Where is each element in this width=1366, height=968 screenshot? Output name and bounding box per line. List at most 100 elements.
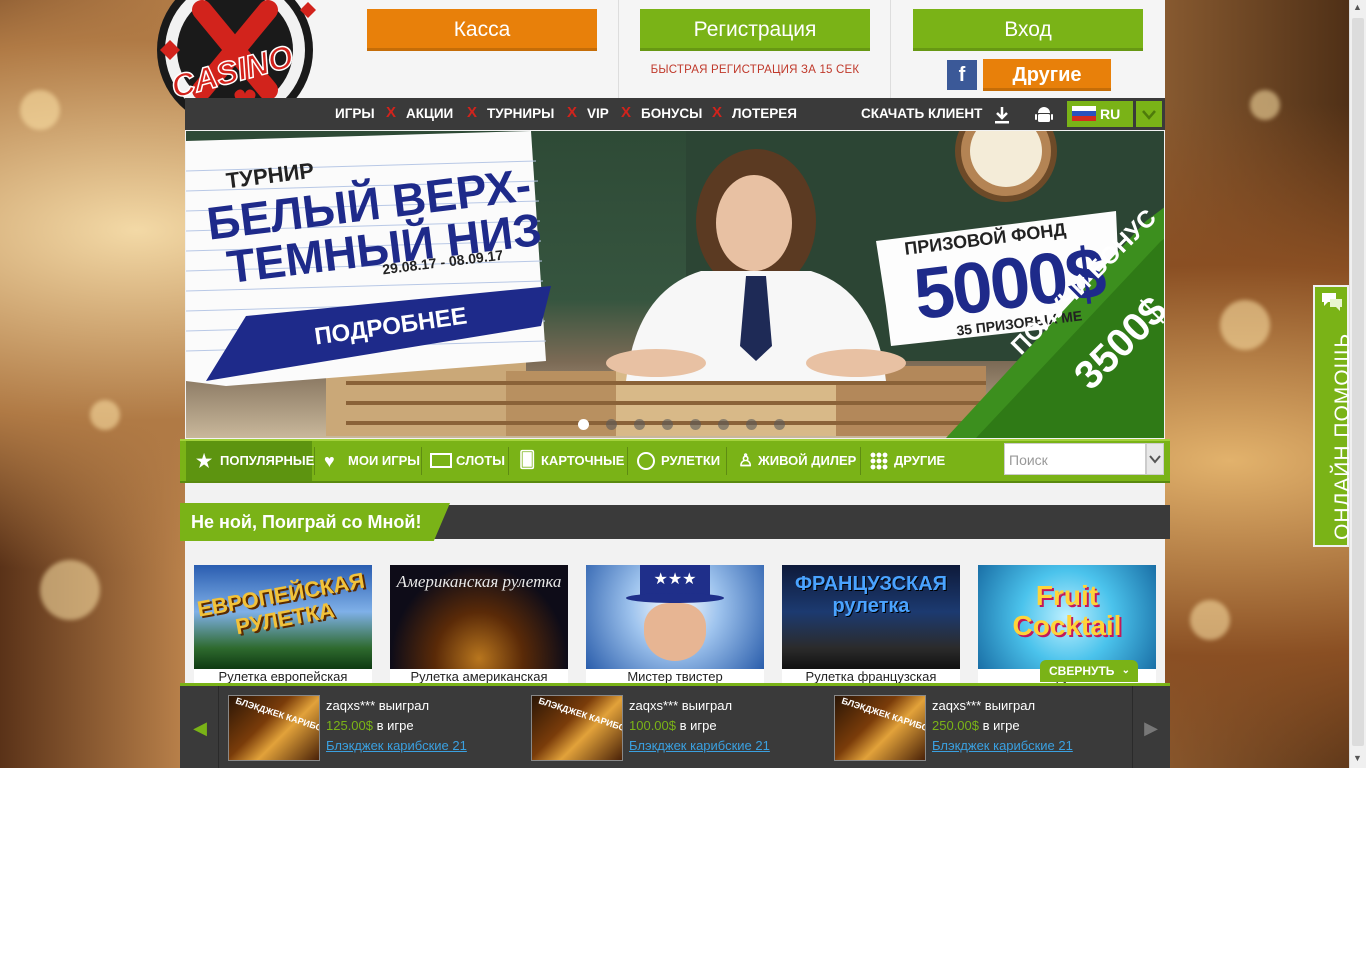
game-tile[interactable]: ЕВРОПЕЙСКАЯ РУЛЕТКА Рулетка европейская bbox=[194, 565, 372, 683]
facebook-login-button[interactable]: f bbox=[947, 60, 977, 90]
ticker-next-arrow[interactable]: ▶ bbox=[1132, 686, 1169, 768]
cashier-button[interactable]: Касса bbox=[367, 9, 597, 51]
slide-dot[interactable] bbox=[774, 419, 785, 430]
nav-separator: X bbox=[621, 104, 632, 121]
nav-item-bonuses[interactable]: БОНУСЫ bbox=[641, 98, 702, 130]
game-tile[interactable]: ★★★ Мистер твистер bbox=[586, 565, 764, 683]
roulette-icon bbox=[637, 452, 655, 470]
nav-item-vip[interactable]: VIP bbox=[587, 98, 609, 130]
slide-dot[interactable] bbox=[662, 419, 673, 430]
slide-dot[interactable] bbox=[634, 419, 645, 430]
register-button[interactable]: Регистрация bbox=[640, 9, 870, 51]
scroll-thumb[interactable] bbox=[1352, 18, 1364, 746]
download-client-link[interactable]: СКАЧАТЬ КЛИЕНТ bbox=[861, 98, 982, 130]
category-divider bbox=[860, 447, 861, 475]
nav-item-games[interactable]: ИГРЫ bbox=[335, 98, 375, 130]
winner-won-word: выиграл bbox=[984, 698, 1036, 713]
winner-amount-line: 250.00$ в игре bbox=[932, 718, 1020, 733]
category-other[interactable]: ДРУГИЕ bbox=[870, 441, 955, 481]
nav-item-lottery[interactable]: ЛОТЕРЕЯ bbox=[732, 98, 797, 130]
scroll-up-arrow[interactable]: ▲ bbox=[1353, 2, 1362, 12]
game-tile-art-text: Fruit Cocktail bbox=[1012, 580, 1122, 641]
winner-amount: 100.00$ bbox=[629, 718, 676, 733]
winner-game-link[interactable]: Блэкджек карибские 21 bbox=[932, 738, 1073, 753]
star-icon: ★ bbox=[196, 451, 213, 471]
category-card-games[interactable]: 🂠 КАРТОЧНЫЕ bbox=[519, 441, 629, 481]
game-tile-art-text: Американская рулетка bbox=[396, 572, 562, 591]
collapse-winners-button[interactable]: СВЕРНУТЬ ⌄ bbox=[1040, 660, 1138, 682]
star-icon: ★★★ bbox=[640, 565, 710, 595]
nav-item-tournaments[interactable]: ТУРНИРЫ bbox=[487, 98, 554, 130]
winner-item: БЛЭКДЖЕК КАРИБСКИЕ 21 zaqxs*** выиграл 1… bbox=[531, 686, 831, 768]
category-slots[interactable]: СЛОТЫ bbox=[430, 441, 510, 481]
promo-banner[interactable]: ТУРНИР БЕЛЫЙ ВЕРХ- ТЕМНЫЙ НИЗ 29.08.17 -… bbox=[186, 131, 1164, 438]
winner-user-line: zaqxs*** выиграл bbox=[932, 698, 1035, 713]
game-tile-art-text: ФРАНЦУЗСКАЯ рулетка bbox=[794, 573, 948, 617]
game-tile[interactable]: Американская рулетка Рулетка американска… bbox=[390, 565, 568, 683]
collapse-label: СВЕРНУТЬ bbox=[1049, 664, 1115, 678]
slide-dot[interactable] bbox=[578, 419, 589, 430]
category-popular[interactable]: ★ ПОПУЛЯРНЫЕ bbox=[186, 441, 314, 481]
winner-game-thumbnail[interactable]: БЛЭКДЖЕК КАРИБСКИЕ 21 bbox=[228, 695, 320, 761]
login-button[interactable]: Вход bbox=[913, 9, 1143, 51]
game-tile-caption: Рулетка европейская bbox=[194, 669, 372, 683]
winner-username: zaqxs*** bbox=[326, 698, 376, 713]
language-code: RU bbox=[1100, 106, 1121, 122]
winner-game-link[interactable]: Блэкджек карибские 21 bbox=[629, 738, 770, 753]
slide-dot[interactable] bbox=[606, 419, 617, 430]
winner-user-line: zaqxs*** выиграл bbox=[629, 698, 732, 713]
category-label: МОИ ИГРЫ bbox=[348, 453, 421, 468]
slide-dot[interactable] bbox=[718, 419, 729, 430]
language-selector[interactable]: RU bbox=[1067, 101, 1133, 127]
slide-dot[interactable] bbox=[746, 419, 757, 430]
chevron-down-icon bbox=[1142, 110, 1156, 120]
background-light bbox=[1250, 90, 1280, 120]
other-login-button[interactable]: Другие bbox=[983, 59, 1111, 91]
category-label: РУЛЕТКИ bbox=[661, 453, 721, 468]
browser-viewport: Касса Регистрация БЫСТРАЯ РЕГИСТРАЦИЯ ЗА… bbox=[0, 0, 1366, 768]
download-icon[interactable] bbox=[993, 106, 1011, 124]
grid-icon bbox=[870, 452, 888, 470]
nav-separator: X bbox=[386, 104, 397, 121]
game-tile[interactable]: ФРАНЦУЗСКАЯ рулетка Рулетка французская bbox=[782, 565, 960, 683]
game-search-input[interactable]: Поиск bbox=[1004, 443, 1146, 475]
winner-game-thumbnail[interactable]: БЛЭКДЖЕК КАРИБСКИЕ 21 bbox=[834, 695, 926, 761]
winner-won-word: выиграл bbox=[378, 698, 430, 713]
winner-username: zaqxs*** bbox=[629, 698, 679, 713]
winner-thumb-text: БЛЭКДЖЕК КАРИБСКИЕ 21 bbox=[234, 695, 320, 742]
vertical-scrollbar[interactable]: ▲ ▼ bbox=[1349, 0, 1366, 768]
category-label: КАРТОЧНЫЕ bbox=[541, 453, 625, 468]
cards-icon: 🂠 bbox=[519, 452, 536, 469]
scroll-down-arrow[interactable]: ▼ bbox=[1353, 753, 1362, 763]
winner-game-link[interactable]: Блэкджек карибские 21 bbox=[326, 738, 467, 753]
search-dropdown-button[interactable] bbox=[1146, 443, 1164, 475]
recent-winners-ticker: ◀ БЛЭКДЖЕК КАРИБСКИЕ 21 zaqxs*** выиграл… bbox=[180, 683, 1170, 768]
language-dropdown-button[interactable] bbox=[1136, 101, 1162, 127]
nav-item-promotions[interactable]: АКЦИИ bbox=[406, 98, 453, 130]
winner-in-game: в игре bbox=[679, 718, 717, 733]
winner-thumb-text: БЛЭКДЖЕК КАРИБСКИЕ 21 bbox=[537, 695, 623, 742]
background-light bbox=[20, 90, 60, 130]
category-divider bbox=[726, 447, 727, 475]
category-live-dealer[interactable]: ♙ ЖИВОЙ ДИЛЕР bbox=[736, 441, 866, 481]
category-label: ЖИВОЙ ДИЛЕР bbox=[758, 453, 857, 468]
winner-item: БЛЭКДЖЕК КАРИБСКИЕ 21 zaqxs*** выиграл 2… bbox=[834, 686, 1134, 768]
game-tile-caption: Рулетка американская bbox=[390, 669, 568, 683]
android-icon[interactable] bbox=[1035, 105, 1053, 125]
ticker-prev-arrow[interactable]: ◀ bbox=[182, 686, 219, 768]
category-roulette[interactable]: РУЛЕТКИ bbox=[637, 441, 732, 481]
heart-icon: ♥ bbox=[324, 451, 335, 471]
slots-icon bbox=[430, 453, 452, 468]
winner-game-thumbnail[interactable]: БЛЭКДЖЕК КАРИБСКИЕ 21 bbox=[531, 695, 623, 761]
chevron-down-icon: ⌄ bbox=[1121, 665, 1130, 676]
winner-thumb-text: БЛЭКДЖЕК КАРИБСКИЕ 21 bbox=[840, 695, 926, 742]
quick-registration-note: БЫСТРАЯ РЕГИСТРАЦИЯ ЗА 15 СЕК bbox=[650, 64, 860, 76]
game-tile-image: ФРАНЦУЗСКАЯ рулетка bbox=[782, 565, 960, 669]
category-my-games[interactable]: ♥ МОИ ИГРЫ bbox=[322, 441, 422, 481]
slide-dot[interactable] bbox=[690, 419, 701, 430]
game-tile-image: Fruit Cocktail bbox=[978, 565, 1156, 669]
winner-item: БЛЭКДЖЕК КАРИБСКИЕ 21 zaqxs*** выиграл 1… bbox=[228, 686, 528, 768]
winner-amount-line: 125.00$ в игре bbox=[326, 718, 414, 733]
category-label: СЛОТЫ bbox=[456, 453, 505, 468]
header-divider bbox=[890, 0, 891, 98]
